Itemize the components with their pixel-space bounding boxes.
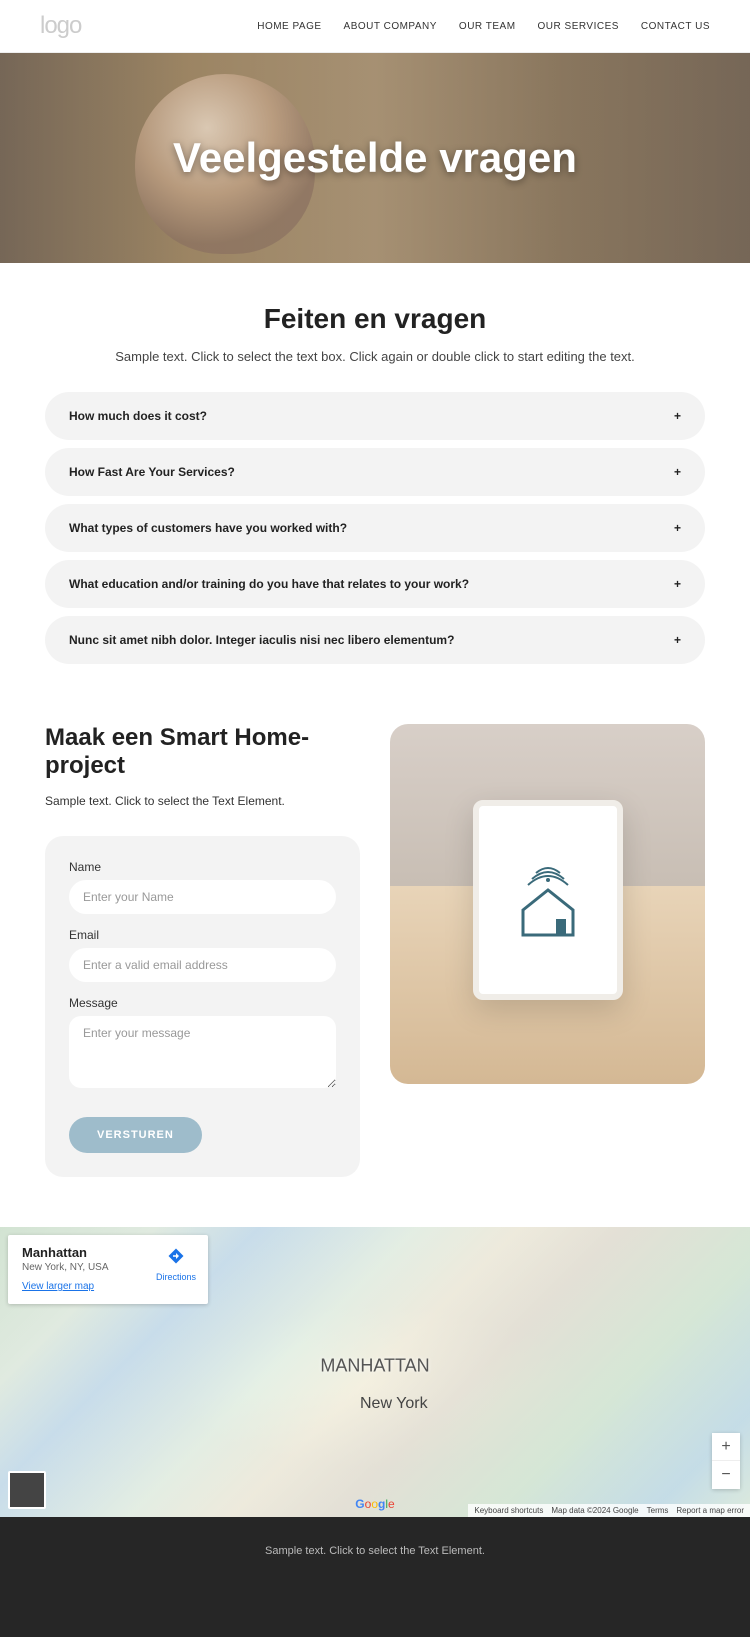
tablet-mockup [473, 800, 623, 1000]
faq-section: Feiten en vragen Sample text. Click to s… [0, 263, 750, 724]
hero-banner: Veelgestelde vragen [0, 53, 750, 263]
map-report-error-link[interactable]: Report a map error [676, 1506, 744, 1515]
map-info-card: Manhattan New York, NY, USA View larger … [8, 1235, 208, 1304]
nav-about[interactable]: ABOUT COMPANY [344, 21, 437, 32]
smart-home-image [390, 724, 705, 1084]
faq-question: What education and/or training do you ha… [69, 577, 469, 591]
footer-text: Sample text. Click to select the Text El… [0, 1545, 750, 1557]
map-city-label: New York [360, 1395, 428, 1413]
plus-icon: + [674, 633, 681, 647]
contact-image-column [390, 724, 705, 1084]
plus-icon: + [674, 409, 681, 423]
nav-home[interactable]: HOME PAGE [257, 21, 321, 32]
wifi-house-icon [508, 855, 588, 945]
accordion: How much does it cost? + How Fast Are Yo… [45, 392, 705, 664]
contact-form-column: Maak een Smart Home-project Sample text.… [45, 724, 360, 1177]
faq-item-lorem[interactable]: Nunc sit amet nibh dolor. Integer iaculi… [45, 616, 705, 664]
message-textarea[interactable] [69, 1016, 336, 1088]
contact-heading: Maak een Smart Home-project [45, 724, 360, 780]
faq-heading: Feiten en vragen [45, 303, 705, 335]
plus-icon: + [674, 577, 681, 591]
google-logo: Google [355, 1497, 394, 1511]
nav-team[interactable]: OUR TEAM [459, 21, 516, 32]
map-data-copyright: Map data ©2024 Google [551, 1506, 638, 1515]
main-nav: HOME PAGE ABOUT COMPANY OUR TEAM OUR SER… [257, 21, 710, 32]
email-label: Email [69, 928, 336, 942]
zoom-in-button[interactable]: + [712, 1433, 740, 1461]
map-terms-link[interactable]: Terms [647, 1506, 669, 1515]
faq-item-speed[interactable]: How Fast Are Your Services? + [45, 448, 705, 496]
contact-form: Name Email Message VERSTUREN [45, 836, 360, 1177]
faq-question: How Fast Are Your Services? [69, 465, 235, 479]
faq-question: Nunc sit amet nibh dolor. Integer iaculi… [69, 633, 454, 647]
nav-contact[interactable]: CONTACT US [641, 21, 710, 32]
plus-icon: + [674, 521, 681, 535]
map-satellite-toggle[interactable] [8, 1471, 46, 1509]
faq-subtext: Sample text. Click to select the text bo… [45, 349, 705, 364]
nav-services[interactable]: OUR SERVICES [538, 21, 619, 32]
map-attribution: Keyboard shortcuts Map data ©2024 Google… [468, 1504, 750, 1517]
hero-title: Veelgestelde vragen [173, 134, 577, 182]
view-larger-map-link[interactable]: View larger map [22, 1281, 94, 1292]
faq-item-customers[interactable]: What types of customers have you worked … [45, 504, 705, 552]
faq-item-education[interactable]: What education and/or training do you ha… [45, 560, 705, 608]
contact-section: Maak een Smart Home-project Sample text.… [0, 724, 750, 1227]
name-label: Name [69, 860, 336, 874]
logo[interactable]: logo [40, 12, 81, 40]
submit-button[interactable]: VERSTUREN [69, 1117, 202, 1153]
message-label: Message [69, 996, 336, 1010]
email-input[interactable] [69, 948, 336, 982]
zoom-out-button[interactable]: − [712, 1461, 740, 1489]
faq-question: What types of customers have you worked … [69, 521, 347, 535]
faq-question: How much does it cost? [69, 409, 207, 423]
directions-label: Directions [156, 1272, 196, 1282]
header: logo HOME PAGE ABOUT COMPANY OUR TEAM OU… [0, 0, 750, 53]
map-area-label: MANHATTAN [320, 1356, 429, 1377]
footer: Sample text. Click to select the Text El… [0, 1517, 750, 1637]
map-zoom-controls: + − [712, 1433, 740, 1489]
name-input[interactable] [69, 880, 336, 914]
map-keyboard-shortcuts[interactable]: Keyboard shortcuts [474, 1506, 543, 1515]
faq-item-cost[interactable]: How much does it cost? + [45, 392, 705, 440]
directions-button[interactable]: Directions [156, 1247, 196, 1282]
plus-icon: + [674, 465, 681, 479]
directions-icon [167, 1247, 185, 1265]
contact-subtext: Sample text. Click to select the Text El… [45, 794, 360, 808]
map-section[interactable]: MANHATTAN New York Manhattan New York, N… [0, 1227, 750, 1517]
